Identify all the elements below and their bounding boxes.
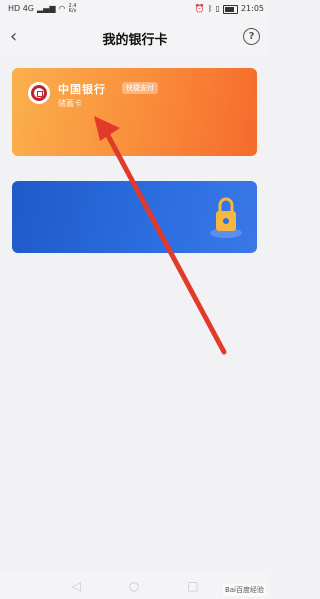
help-icon[interactable]: ? [243, 28, 260, 45]
nav-back-icon[interactable]: ◁ [71, 579, 80, 593]
bank-name: 中国银行 [58, 83, 106, 96]
page-title: 我的银行卡 [102, 33, 168, 48]
card-type: 储蓄卡 [58, 99, 82, 108]
app-header: ‹ 我的银行卡 ? [0, 20, 270, 56]
signal-icon: ▂▄▆ [37, 4, 56, 13]
status-bar: HD 4G ▂▄▆ ◠ 2.4 K/s ⏰ ᛒ ▯ 21:05 [0, 0, 270, 20]
battery-icon [222, 4, 238, 14]
watermark: Bai百度经验 [222, 584, 266, 596]
vibrate-icon: ▯ [215, 4, 220, 13]
nav-home-icon[interactable]: ○ [129, 579, 139, 593]
wifi-icon: ◠ [58, 4, 66, 13]
alarm-icon: ⏰ [194, 4, 205, 13]
bank-logo-icon [28, 82, 50, 104]
promo-lock-illustration-icon [210, 197, 242, 238]
network-speed: 2.4 K/s [68, 3, 77, 14]
bluetooth-icon: ᛒ [207, 4, 213, 13]
promo-banner[interactable] [12, 181, 257, 253]
bank-card[interactable]: 中国银行 快捷支付 储蓄卡 [12, 68, 257, 156]
card-badge: 快捷支付 [122, 82, 158, 94]
status-time: 21:05 [240, 4, 264, 13]
nav-recent-icon[interactable]: □ [187, 579, 198, 593]
network-indicator: HD 4G [8, 4, 35, 13]
